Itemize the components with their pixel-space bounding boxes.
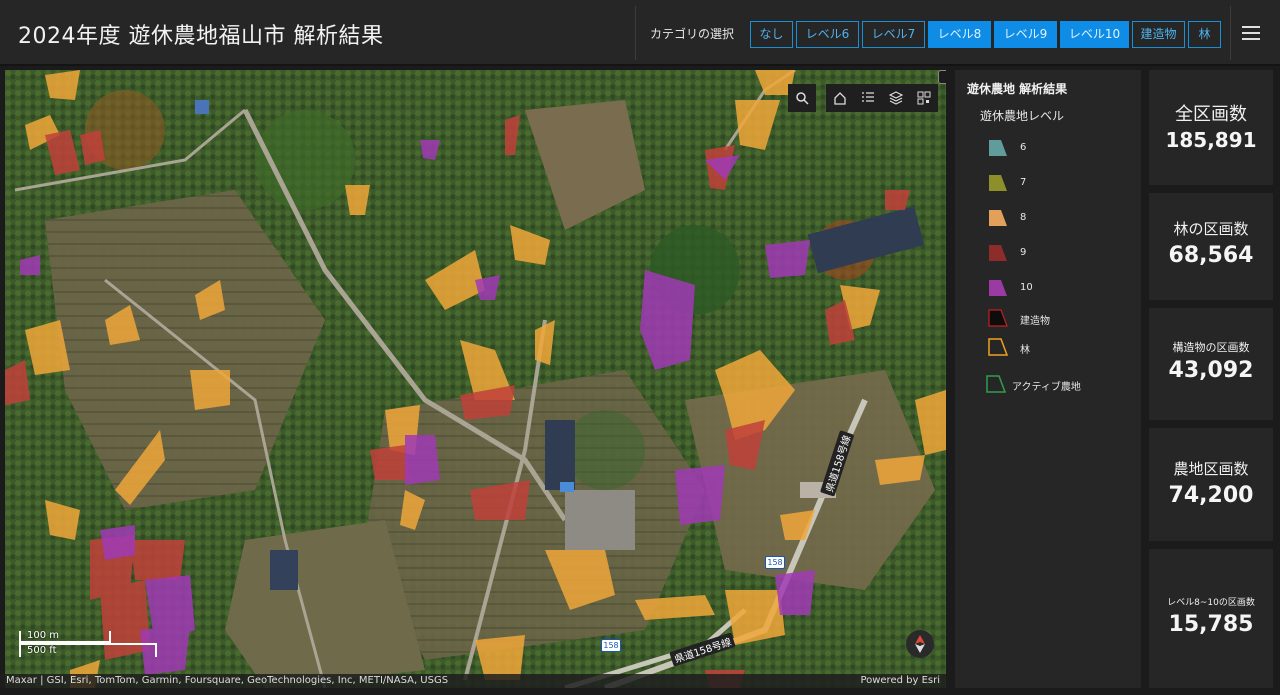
list-icon[interactable] [854,84,882,112]
legend-item-level8: 8 [987,208,1127,230]
map-attribution: Maxar | GSI, Esri, TomTom, Garmin, Fours… [0,674,946,688]
layers-icon[interactable] [882,84,910,112]
legend-item-level6: 6 [987,138,1127,160]
stat-card-level8-10: レベル8~10の区画数 15,785 [1149,549,1273,688]
category-selector: カテゴリの選択 なし レベル6 レベル7 レベル8 レベル9 レベル10 建造物… [635,6,1231,60]
attribution-text: Maxar | GSI, Esri, TomTom, Garmin, Fours… [6,675,449,686]
stat-value: 74,200 [1168,483,1254,508]
category-label: カテゴリの選択 [650,27,735,41]
category-button-building[interactable]: 建造物 [1132,21,1185,48]
legend-item-building: 建造物 [987,308,1127,330]
legend-item-level10: 10 [987,278,1127,300]
stat-value: 185,891 [1165,128,1257,152]
stat-card-structure: 構造物の区画数 43,092 [1149,308,1273,420]
stat-label: 全区画数 [1175,104,1247,125]
polygon-swatch-icon [989,175,1007,191]
legend-label: 林 [1020,345,1030,356]
legend-item-forest: 林 [987,337,1127,359]
polygon-outline-icon [988,338,1009,356]
category-button-level10[interactable]: レベル10 [1060,21,1129,48]
category-button-level7[interactable]: レベル7 [862,21,925,48]
stat-card-forest: 林の区画数 68,564 [1149,193,1273,300]
compass-icon[interactable] [906,630,934,658]
legend-item-active-farmland: アクティブ農地 [985,374,1125,396]
category-button-forest[interactable]: 林 [1188,21,1221,48]
legend-item-level9: 9 [987,243,1127,265]
stat-label: 林の区画数 [1173,220,1249,238]
category-button-level6[interactable]: レベル6 [796,21,859,48]
stat-label: レベル8~10の区画数 [1167,598,1255,608]
polygon-outline-icon [986,375,1007,393]
legend-label: 10 [1020,282,1033,293]
legend-label: 8 [1020,212,1027,223]
legend-label: 7 [1020,177,1027,188]
polygon-outline-icon [988,309,1008,327]
category-button-level8[interactable]: レベル8 [928,21,991,48]
category-button-level9[interactable]: レベル9 [994,21,1057,48]
powered-by[interactable]: Powered by Esri [860,674,940,688]
polygon-swatch-icon [989,245,1007,261]
legend-label: 9 [1020,247,1027,258]
hamburger-icon[interactable] [1242,26,1262,42]
scale-metric-label: 100 m [27,630,60,641]
expand-icon[interactable] [938,70,946,84]
page-title: 2024年度 遊休農地福山市 解析結果 [18,24,384,49]
polygon-swatch-icon [989,280,1007,296]
legend-label: 建造物 [1020,316,1050,327]
category-button-none[interactable]: なし [750,21,793,48]
route-badge: 158 [601,639,621,652]
legend-subtitle: 遊休農地レベル [980,109,1065,123]
stat-value: 68,564 [1168,243,1254,268]
polygon-swatch-icon [989,210,1007,226]
app-header: 2024年度 遊休農地福山市 解析結果 カテゴリの選択 なし レベル6 レベル7… [0,0,1280,66]
search-icon[interactable] [788,84,816,112]
legend-item-level7: 7 [987,173,1127,195]
stat-card-farmland: 農地区画数 74,200 [1149,428,1273,541]
stat-label: 農地区画数 [1173,460,1249,478]
legend-panel: 遊休農地 解析結果 遊休農地レベル 6 7 8 9 10 建造物 林 アクティブ… [955,70,1141,688]
stat-card-total: 全区画数 185,891 [1149,70,1273,185]
legend-label: 6 [1020,142,1027,153]
scale-bar: 100 m 500 ft [19,630,157,657]
stat-label: 構造物の区画数 [1172,341,1250,354]
scale-imperial-label: 500 ft [27,645,57,656]
legend-title: 遊休農地 解析結果 [967,82,1068,96]
legend-label: アクティブ農地 [1012,382,1081,393]
stat-value: 15,785 [1168,612,1254,637]
polygon-swatch-icon [989,140,1007,156]
qrcode-icon[interactable] [910,84,938,112]
home-icon[interactable] [826,84,854,112]
satellite-imagery [5,70,946,688]
route-badge: 158 [765,556,785,569]
map-view[interactable]: 県道158号線 県道158号線 158 158 100 m 500 ft [5,70,946,688]
stat-value: 43,092 [1168,358,1254,383]
